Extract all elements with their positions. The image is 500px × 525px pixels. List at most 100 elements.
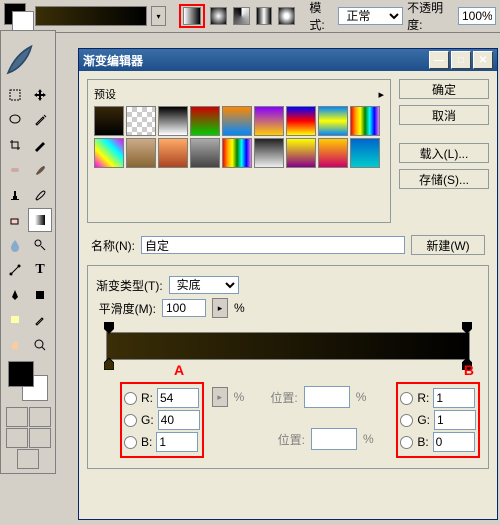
quickmask-on[interactable] [29, 407, 51, 427]
smooth-dropdown[interactable]: ▸ [212, 298, 228, 318]
opacity-stop-left[interactable] [104, 322, 114, 334]
smooth-input[interactable] [162, 299, 206, 317]
close-button[interactable]: ✕ [473, 51, 493, 69]
opacity-stop-right[interactable] [462, 322, 472, 334]
gradient-editor-dialog: 渐变编辑器 — □ ✕ 预设▸ [78, 48, 498, 520]
gradient-bar[interactable] [106, 332, 470, 360]
tool-gradient[interactable] [28, 208, 52, 232]
tool-lasso[interactable] [3, 108, 27, 132]
tool-dodge[interactable] [28, 233, 52, 257]
preset-10[interactable] [126, 138, 156, 168]
preset-1[interactable] [126, 106, 156, 136]
preset-2[interactable] [158, 106, 188, 136]
new-button[interactable]: 新建(W) [411, 235, 485, 255]
tool-history-brush[interactable] [28, 183, 52, 207]
ok-button[interactable]: 确定 [399, 79, 489, 99]
label-a-g: G: [141, 413, 154, 427]
quickmask-std[interactable] [6, 407, 28, 427]
gradient-type-radial[interactable] [210, 7, 227, 25]
pos-label-2: 位置: [278, 431, 305, 448]
input-b-r[interactable] [433, 388, 475, 408]
label-b-g: G: [417, 413, 430, 427]
tool-marquee[interactable] [3, 83, 27, 107]
dialog-titlebar[interactable]: 渐变编辑器 — □ ✕ [79, 49, 497, 71]
tool-type[interactable]: T [28, 258, 52, 282]
radio-b-b[interactable] [400, 436, 413, 449]
preset-11[interactable] [158, 138, 188, 168]
tool-eyedropper[interactable] [28, 308, 52, 332]
preset-17[interactable] [350, 138, 380, 168]
label-b-r: R: [417, 391, 429, 405]
tool-path[interactable] [3, 258, 27, 282]
pos-input-1[interactable] [304, 386, 350, 408]
pos-input-2[interactable] [311, 428, 357, 450]
screenmode-2[interactable] [29, 428, 51, 448]
color-swatches[interactable] [8, 361, 48, 401]
color-picker-a[interactable]: ▸ [212, 387, 228, 407]
gradient-type-diamond[interactable] [278, 7, 295, 25]
gradient-type-angle[interactable] [233, 7, 250, 25]
preset-15[interactable] [286, 138, 316, 168]
tool-eraser[interactable] [3, 208, 27, 232]
preset-16[interactable] [318, 138, 348, 168]
radio-a-g[interactable] [124, 414, 137, 427]
mode-select[interactable]: 正常 [338, 7, 403, 25]
type-select[interactable]: 实底 [169, 276, 239, 294]
tool-move[interactable] [28, 83, 52, 107]
screenmode-1[interactable] [6, 428, 28, 448]
tool-brush[interactable] [28, 158, 52, 182]
tool-stamp[interactable] [3, 183, 27, 207]
tool-slice[interactable] [28, 133, 52, 157]
preset-12[interactable] [190, 138, 220, 168]
gradient-type-linear[interactable] [183, 7, 201, 25]
preset-8[interactable] [350, 106, 380, 136]
gradient-type-reflected[interactable] [256, 7, 273, 25]
save-button[interactable]: 存储(S)... [399, 169, 489, 189]
input-a-b[interactable] [156, 432, 198, 452]
label-a-b: B: [141, 435, 152, 449]
preset-6[interactable] [286, 106, 316, 136]
input-b-b[interactable] [433, 432, 475, 452]
type-label: 渐变类型(T): [96, 277, 163, 294]
tool-notes[interactable] [3, 308, 27, 332]
tool-crop[interactable] [3, 133, 27, 157]
radio-b-g[interactable] [400, 414, 413, 427]
radio-a-r[interactable] [124, 392, 137, 405]
presets-menu-icon[interactable]: ▸ [378, 88, 384, 101]
tool-heal[interactable] [3, 158, 27, 182]
preset-4[interactable] [222, 106, 252, 136]
gradient-preview[interactable] [35, 6, 147, 26]
opacity-input[interactable] [458, 7, 496, 25]
preset-5[interactable] [254, 106, 284, 136]
tool-pen[interactable] [3, 283, 27, 307]
radio-a-b[interactable] [124, 436, 137, 449]
preset-14[interactable] [254, 138, 284, 168]
preset-0[interactable] [94, 106, 124, 136]
maximize-button[interactable]: □ [451, 51, 471, 69]
tool-preset[interactable] [4, 3, 31, 29]
screenmode-3[interactable] [17, 449, 39, 469]
load-button[interactable]: 载入(L)... [399, 143, 489, 163]
preset-3[interactable] [190, 106, 220, 136]
tool-wand[interactable] [28, 108, 52, 132]
minimize-button[interactable]: — [429, 51, 449, 69]
tool-zoom[interactable] [28, 333, 52, 357]
tool-shape[interactable] [28, 283, 52, 307]
name-input[interactable] [141, 236, 405, 254]
label-a-r: R: [141, 391, 153, 405]
preset-13[interactable] [222, 138, 252, 168]
preset-7[interactable] [318, 106, 348, 136]
color-stop-left[interactable] [104, 358, 114, 370]
tool-hand[interactable] [3, 333, 27, 357]
smooth-label: 平滑度(M): [96, 300, 156, 317]
tool-blur[interactable] [3, 233, 27, 257]
gradient-picker-dropdown[interactable]: ▾ [151, 6, 166, 26]
cancel-button[interactable]: 取消 [399, 105, 489, 125]
preset-9[interactable] [94, 138, 124, 168]
input-a-g[interactable] [158, 410, 200, 430]
radio-b-r[interactable] [400, 392, 413, 405]
presets-grid [94, 106, 384, 168]
input-b-g[interactable] [434, 410, 476, 430]
input-a-r[interactable] [157, 388, 199, 408]
options-bar: ▾ 模式: 正常 不透明度: [0, 0, 500, 33]
